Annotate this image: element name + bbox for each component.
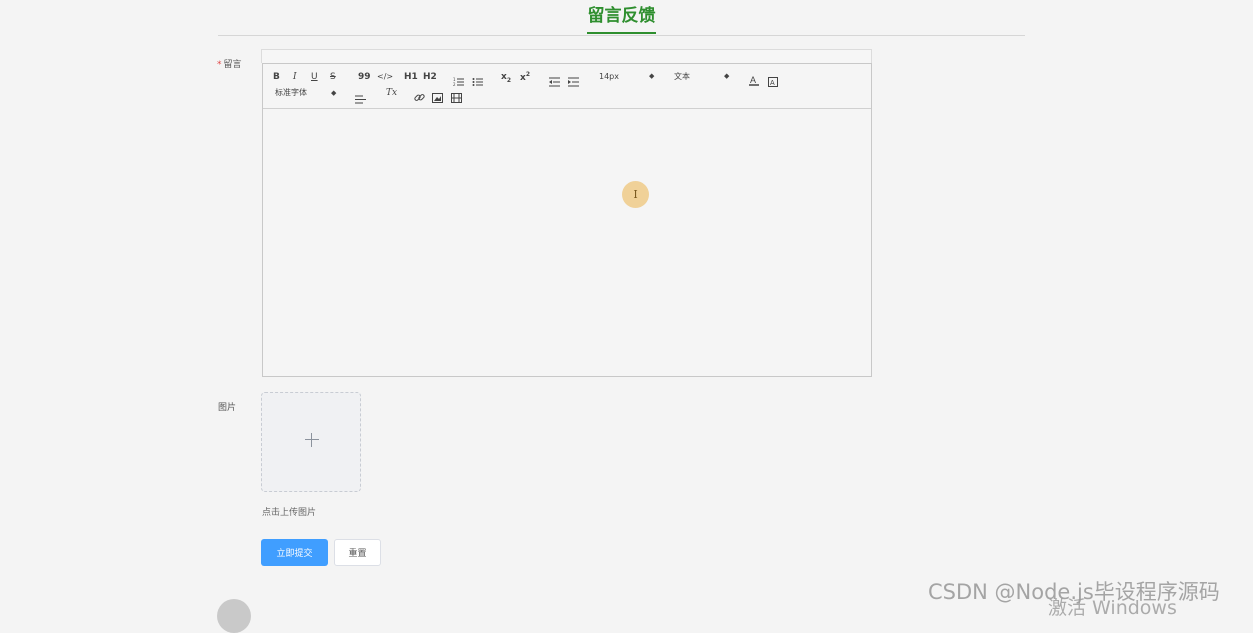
- code-block-button[interactable]: </>: [377, 71, 393, 83]
- plus-icon-vertical: [311, 433, 312, 447]
- background-color-icon: A: [768, 77, 778, 87]
- strike-button[interactable]: S: [330, 71, 336, 83]
- font-size-select[interactable]: 14px: [599, 71, 619, 83]
- align-left-icon: [355, 95, 366, 104]
- outdent-icon: [549, 77, 560, 87]
- italic-button[interactable]: I: [293, 71, 297, 83]
- link-button[interactable]: [414, 88, 425, 107]
- indent-button[interactable]: [568, 72, 579, 91]
- video-icon: [451, 93, 462, 103]
- font-family-arrow-icon: ◆: [331, 89, 337, 97]
- clean-format-button[interactable]: Tx: [386, 87, 397, 99]
- font-color-icon: A: [749, 75, 759, 86]
- header2-button[interactable]: H2: [423, 71, 437, 83]
- font-color-button[interactable]: A: [749, 71, 759, 90]
- message-label: * 留言: [217, 57, 242, 70]
- ordered-list-icon: 12: [453, 77, 464, 87]
- image-upload-box[interactable]: [261, 392, 361, 492]
- message-label-text: 留言: [223, 60, 242, 70]
- required-mark: *: [217, 60, 222, 70]
- svg-text:A: A: [770, 80, 775, 87]
- blockquote-button[interactable]: 99: [358, 71, 371, 83]
- indent-icon: [568, 77, 579, 87]
- reset-button[interactable]: 重置: [334, 539, 381, 566]
- header-bar: 留言反馈: [218, 0, 1025, 36]
- plus-icon: [305, 439, 319, 440]
- header-select-arrow-icon: ◆: [724, 72, 730, 80]
- rich-text-editor[interactable]: B I U S 99 </> H1 H2 12 x2 x2 14px ◆ 文本 …: [262, 63, 872, 377]
- image-label: 图片: [218, 403, 237, 413]
- outdent-button[interactable]: [549, 72, 560, 91]
- svg-text:2: 2: [453, 82, 456, 87]
- windows-activation-watermark: 激活 Windows: [1048, 597, 1177, 619]
- image-button[interactable]: [432, 88, 443, 107]
- avatar: [217, 599, 251, 633]
- background-color-button[interactable]: A: [768, 72, 778, 91]
- superscript-button[interactable]: x2: [520, 69, 530, 84]
- bold-button[interactable]: B: [273, 71, 280, 83]
- text-cursor-icon: I: [622, 181, 649, 208]
- font-family-select[interactable]: 标准字体: [275, 87, 307, 99]
- header-select[interactable]: 文本: [674, 71, 690, 83]
- bullet-list-icon: [472, 78, 483, 86]
- font-size-arrow-icon: ◆: [649, 72, 655, 80]
- editor-toolbar: B I U S 99 </> H1 H2 12 x2 x2 14px ◆ 文本 …: [263, 64, 871, 109]
- bullet-list-button[interactable]: [472, 72, 483, 91]
- subscript-button[interactable]: x2: [501, 71, 511, 87]
- link-icon: [414, 94, 425, 101]
- page-title: 留言反馈: [587, 4, 656, 34]
- header1-button[interactable]: H1: [404, 71, 418, 83]
- video-button[interactable]: [451, 88, 462, 107]
- image-icon: [432, 93, 443, 103]
- editor-top-strip: [261, 49, 872, 63]
- upload-tip: 点击上传图片: [262, 508, 317, 518]
- submit-button[interactable]: 立即提交: [261, 539, 328, 566]
- svg-text:A: A: [750, 75, 756, 85]
- underline-button[interactable]: U: [311, 71, 318, 83]
- align-button[interactable]: [355, 89, 366, 108]
